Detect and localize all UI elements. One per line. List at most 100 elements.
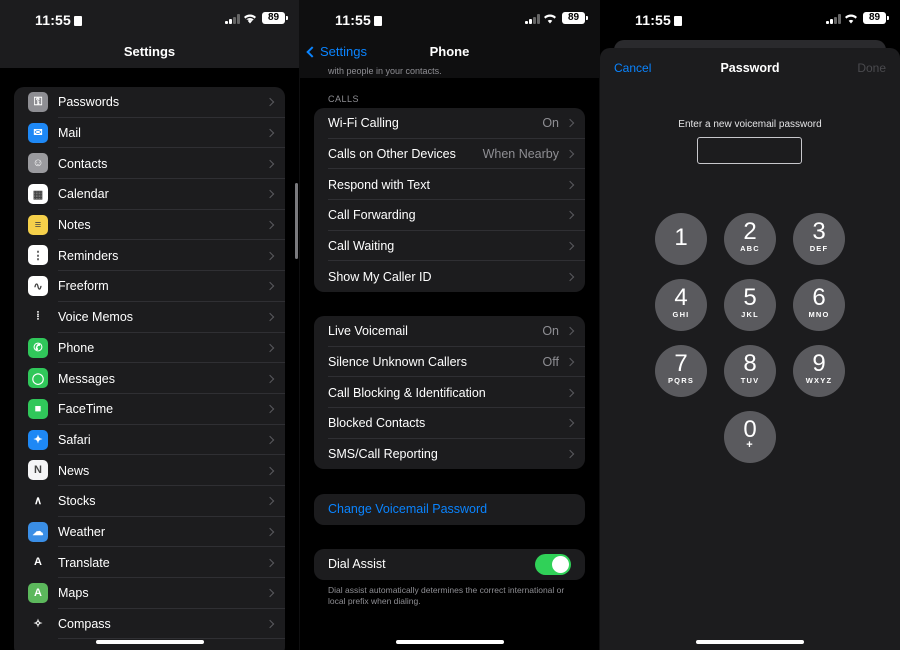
chevron-right-icon <box>265 190 275 199</box>
settings-item-label: Maps <box>58 586 89 601</box>
phone-row-blocked-contacts[interactable]: Blocked Contacts <box>314 408 585 439</box>
home-indicator[interactable] <box>95 640 204 644</box>
settings-item-label: Reminders <box>58 248 119 263</box>
key-letters: PQRS <box>667 376 695 385</box>
settings-item-passwords[interactable]: ⚿ Passwords <box>14 87 285 118</box>
settings-item-calendar[interactable]: ▦ Calendar <box>14 179 285 210</box>
settings-item-compass[interactable]: ✧ Compass <box>14 609 285 640</box>
password-field[interactable] <box>697 137 802 164</box>
keypad-key-3[interactable]: 3 DEF <box>793 213 845 265</box>
chevron-right-icon <box>265 497 275 506</box>
facetime-icon: ■ <box>28 398 48 419</box>
settings-item-news[interactable]: N News <box>14 455 285 486</box>
key-digit: 7 <box>674 350 688 377</box>
settings-item-translate[interactable]: A Translate <box>14 547 285 578</box>
keypad-key-8[interactable]: 8 TUV <box>724 345 776 397</box>
settings-item-mail[interactable]: ✉ Mail <box>14 118 285 149</box>
settings-item-label: Mail <box>58 126 81 141</box>
chevron-right-icon <box>265 466 275 475</box>
keypad-key-1[interactable]: 1 <box>655 213 707 265</box>
password-sheet: Cancel Password Done Enter a new voicema… <box>600 48 900 650</box>
phone-row-call-blocking-identification[interactable]: Call Blocking & Identification <box>314 377 585 409</box>
phone-row-call-forwarding[interactable]: Call Forwarding <box>314 200 585 231</box>
row-value: On <box>542 116 559 131</box>
chevron-right-icon <box>265 251 275 261</box>
chevron-right-icon <box>565 357 575 367</box>
row-label: Show My Caller ID <box>328 269 432 284</box>
home-indicator[interactable] <box>696 640 804 644</box>
news-icon: N <box>28 460 48 481</box>
keypad-key-9[interactable]: 9 WXYZ <box>793 345 845 397</box>
chevron-right-icon <box>565 149 575 159</box>
safari-icon: ✦ <box>28 429 48 450</box>
weather-icon: ☁ <box>28 521 48 542</box>
settings-item-label: Safari <box>58 432 91 447</box>
status-bar: 11:55 89 <box>0 0 299 40</box>
change-voicemail-password-button[interactable]: Change Voicemail Password <box>314 494 585 525</box>
phone-row-sms-call-reporting[interactable]: SMS/Call Reporting <box>314 439 585 470</box>
chevron-right-icon <box>565 419 575 428</box>
status-time-text: 11:55 <box>635 12 672 28</box>
keypad-key-2[interactable]: 2 ABC <box>724 213 776 265</box>
voicemail-group: Live Voicemail On Silence Unknown Callers O… <box>314 316 585 470</box>
phone-row-show-my-caller-id[interactable]: Show My Caller ID <box>314 261 585 292</box>
chevron-right-icon <box>565 119 575 128</box>
settings-item-label: FaceTime <box>58 402 114 417</box>
settings-apps-list: ⚿ Passwords ✉ Mail ☺ Contacts ▦ Calendar ≡ Notes ⋮… <box>14 87 285 650</box>
dial-assist-toggle[interactable] <box>535 554 571 575</box>
cellular-signal-icon <box>826 14 842 24</box>
chevron-right-icon <box>265 343 275 353</box>
settings-item-label: Passwords <box>58 95 120 110</box>
key-letters: WXYZ <box>805 376 833 385</box>
key-digit: 4 <box>674 284 688 311</box>
keypad-key-5[interactable]: 5 JKL <box>724 279 776 331</box>
phone-row-respond-with-text[interactable]: Respond with Text <box>314 169 585 201</box>
settings-item-weather[interactable]: ☁ Weather <box>14 517 285 548</box>
settings-item-safari[interactable]: ✦ Safari <box>14 425 285 456</box>
phone-row-silence-unknown-callers[interactable]: Silence Unknown Callers Off <box>314 347 585 378</box>
wifi-icon <box>845 14 857 24</box>
keypad-key-7[interactable]: 7 PQRS <box>655 345 707 397</box>
settings-item-notes[interactable]: ≡ Notes <box>14 210 285 241</box>
phone-row-live-voicemail[interactable]: Live Voicemail On <box>314 316 585 347</box>
cellular-signal-icon <box>525 14 541 24</box>
wifi-icon <box>244 14 256 24</box>
contacts-note: with people in your contacts. <box>328 66 442 76</box>
contacts-icon: ☺ <box>28 153 48 174</box>
chevron-right-icon <box>265 558 275 567</box>
chevron-right-icon <box>265 435 275 445</box>
chevron-right-icon <box>265 527 275 537</box>
calls-section-header: CALLS <box>328 94 360 104</box>
settings-item-facetime[interactable]: ■ FaceTime <box>14 394 285 425</box>
row-label: Call Blocking & Identification <box>328 385 486 400</box>
keypad-key-6[interactable]: 6 MNO <box>793 279 845 331</box>
settings-item-messages[interactable]: ◯ Messages <box>14 363 285 394</box>
reminders-icon: ⋮ <box>28 245 48 266</box>
settings-item-voice-memos[interactable]: ⦙ Voice Memos <box>14 302 285 333</box>
maps-icon: A <box>28 583 48 603</box>
dial-assist-note: Dial assist automatically determines the… <box>328 585 565 606</box>
key-digit: 2 <box>743 218 757 245</box>
settings-item-phone[interactable]: ✆ Phone <box>14 333 285 364</box>
phone-row-call-waiting[interactable]: Call Waiting <box>314 231 585 262</box>
focus-icon <box>674 16 683 26</box>
dial-assist-group: Dial Assist <box>314 549 585 580</box>
settings-item-reminders[interactable]: ⋮ Reminders <box>14 240 285 272</box>
settings-item-freeform[interactable]: ∿ Freeform <box>14 271 285 302</box>
settings-item-stocks[interactable]: ∧ Stocks <box>14 486 285 517</box>
keypad-key-4[interactable]: 4 GHI <box>655 279 707 331</box>
chevron-right-icon <box>565 241 575 251</box>
keypad-key-0[interactable]: 0 + <box>724 411 776 463</box>
row-label: Blocked Contacts <box>328 416 426 431</box>
chevron-right-icon <box>565 180 575 189</box>
stocks-icon: ∧ <box>28 490 48 511</box>
done-button[interactable]: Done <box>857 61 886 75</box>
settings-item-contacts[interactable]: ☺ Contacts <box>14 148 285 180</box>
phone-row-calls-on-other-devices[interactable]: Calls on Other Devices When Nearby <box>314 139 585 170</box>
scrollbar[interactable] <box>295 183 298 259</box>
phone-row-wi-fi-calling[interactable]: Wi-Fi Calling On <box>314 108 585 139</box>
battery-icon: 89 <box>262 12 288 24</box>
settings-item-label: Contacts <box>58 156 108 171</box>
home-indicator[interactable] <box>395 640 504 644</box>
settings-item-maps[interactable]: A Maps <box>14 578 285 609</box>
